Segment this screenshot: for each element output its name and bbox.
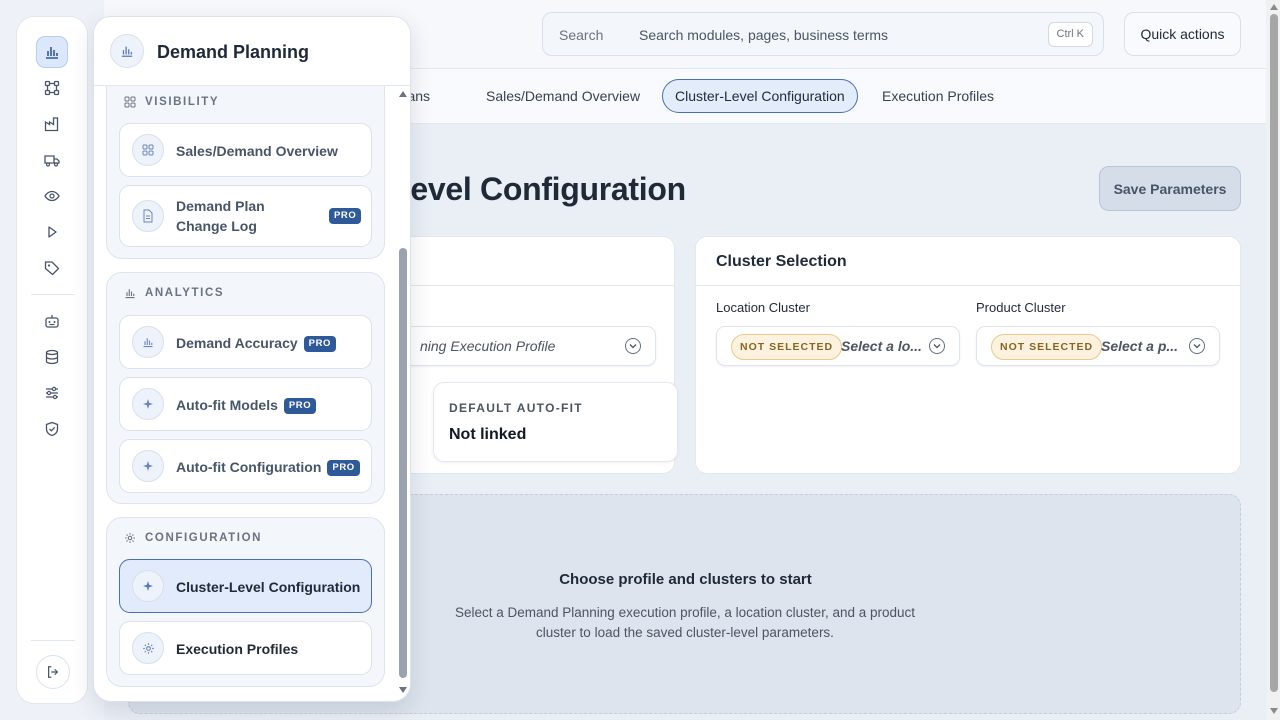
nav-group-analytics: ANALYTICS Demand Accuracy PRO Auto-fit Mo… [106, 272, 385, 504]
pro-badge: PRO [327, 460, 360, 476]
nav-item-label: Demand Accuracy PRO [176, 333, 337, 353]
page-scroll-down[interactable] [1270, 708, 1278, 714]
autofit-value: Not linked [449, 426, 527, 443]
chevron-down-icon [1189, 338, 1205, 354]
chart-icon [132, 326, 164, 358]
search-input[interactable]: Search Search modules, pages, business t… [542, 12, 1104, 56]
module-nav-flyout: Demand Planning VISIBILITY Sales/Demand … [93, 16, 411, 702]
flyout-scroll-down[interactable] [399, 687, 407, 693]
flyout-scrollbar-thumb[interactable] [399, 248, 407, 678]
location-cluster-select[interactable]: NOT SELECTED Select a lo... [716, 326, 960, 366]
gear-icon [125, 533, 135, 543]
status-badge: NOT SELECTED [731, 334, 843, 360]
nav-item-label: Demand Plan Change Log [176, 198, 265, 234]
sliders-icon[interactable] [36, 377, 68, 409]
nav-item-label: Execution Profiles [176, 641, 299, 657]
group-label: ANALYTICS [124, 287, 224, 299]
nav-item-sales-demand-overview[interactable]: Sales/Demand Overview [119, 123, 372, 177]
chart-icon [125, 289, 135, 299]
group-label: CONFIGURATION [124, 532, 262, 544]
logout-icon [48, 666, 59, 678]
group-label-text: ANALYTICS [145, 287, 225, 299]
search-placeholder: Search modules, pages, business terms [639, 27, 889, 43]
nav-item-demand-plan-change-log[interactable]: Demand Plan Change Log PRO [119, 185, 372, 247]
nav-item-label: Auto-fit Configuration PRO [176, 457, 360, 477]
workflow-icon[interactable] [36, 72, 68, 104]
tab-sales-demand-overview[interactable]: Sales/Demand Overview [474, 79, 652, 113]
gear-icon [132, 632, 164, 664]
shield-icon[interactable] [36, 413, 68, 445]
nav-item-execution-profiles[interactable]: Execution Profiles [119, 621, 372, 675]
chevron-down-icon [625, 338, 641, 354]
nav-item-auto-fit-configuration[interactable]: Auto-fit Configuration PRO [119, 439, 372, 493]
nav-item-label: Sales/Demand Overview [176, 143, 338, 159]
empty-state-description: Select a Demand Planning execution profi… [454, 605, 916, 640]
product-cluster-label: Product Cluster [976, 300, 1066, 315]
nav-item-text: Auto-fit Models [176, 397, 278, 413]
logout-button[interactable] [36, 655, 70, 689]
product-cluster-placeholder: Select a p... [1101, 338, 1179, 354]
nav-item-label: Auto-fit Models PRO [176, 395, 317, 415]
location-cluster-label: Location Cluster [716, 300, 810, 315]
pro-badge: PRO [303, 336, 337, 352]
sparkle-icon [132, 450, 164, 482]
nav-item-label: Cluster-Level Configuration [176, 579, 361, 595]
chart-icon[interactable] [36, 36, 68, 68]
flyout-scroll-up[interactable] [399, 91, 407, 97]
nav-item-text: Auto-fit Configuration [176, 459, 322, 475]
database-icon[interactable] [36, 341, 68, 373]
tab-execution-profiles[interactable]: Execution Profiles [870, 79, 1006, 113]
grid-icon [132, 134, 164, 166]
truck-icon[interactable] [36, 144, 68, 176]
nav-group-visibility: VISIBILITY Sales/Demand Overview Demand … [106, 69, 385, 259]
search-shortcut: Ctrl K [1047, 22, 1093, 47]
page-scrollbar-thumb[interactable] [1270, 14, 1278, 692]
rail-divider [31, 294, 75, 295]
nav-item-demand-accuracy[interactable]: Demand Accuracy PRO [119, 315, 372, 369]
pro-badge: PRO [329, 208, 362, 224]
tag-icon[interactable] [36, 252, 68, 284]
nav-group-configuration: CONFIGURATION Cluster-Level Configuratio… [106, 517, 385, 687]
cluster-selection-card: Cluster Selection Location Cluster NOT S… [695, 236, 1241, 474]
page-scrollbar[interactable] [1268, 0, 1280, 720]
chevron-down-icon [929, 338, 945, 354]
group-label: VISIBILITY [124, 96, 219, 108]
play-icon[interactable] [36, 216, 68, 248]
pro-badge: PRO [283, 398, 317, 414]
location-cluster-placeholder: Select a lo... [841, 338, 922, 354]
factory-icon[interactable] [36, 108, 68, 140]
quick-actions-button[interactable]: Quick actions [1124, 12, 1241, 56]
execution-profile-value: ning Execution Profile [420, 338, 556, 354]
autofit-label: DEFAULT AUTO-FIT [449, 401, 583, 415]
flyout-header: Demand Planning [94, 17, 410, 86]
robot-icon[interactable] [36, 305, 68, 337]
card-title: Cluster Selection [716, 253, 847, 270]
nav-item-text: Demand Accuracy [176, 335, 298, 351]
search-label: Search [559, 27, 604, 43]
sparkle-icon [132, 570, 164, 602]
tab-cluster-level-configuration[interactable]: Cluster-Level Configuration [662, 79, 858, 113]
nav-item-cluster-level-configuration[interactable]: Cluster-Level Configuration [119, 559, 372, 613]
flyout-title: Demand Planning [157, 42, 310, 62]
group-label-text: CONFIGURATION [145, 532, 263, 544]
sparkle-icon [132, 388, 164, 420]
rail-divider [31, 640, 75, 641]
nav-item-auto-fit-models[interactable]: Auto-fit Models PRO [119, 377, 372, 431]
page-scroll-up[interactable] [1270, 4, 1278, 10]
product-cluster-select[interactable]: NOT SELECTED Select a p... [976, 326, 1220, 366]
group-label-text: VISIBILITY [145, 96, 220, 108]
save-parameters-button[interactable]: Save Parameters [1099, 166, 1241, 211]
chart-icon [110, 34, 144, 68]
default-autofit-box: DEFAULT AUTO-FIT Not linked [433, 382, 678, 462]
status-badge: NOT SELECTED [991, 334, 1103, 360]
icon-rail [16, 16, 88, 704]
eye-icon[interactable] [36, 180, 68, 212]
document-icon [132, 200, 164, 232]
grid-icon [124, 96, 136, 108]
